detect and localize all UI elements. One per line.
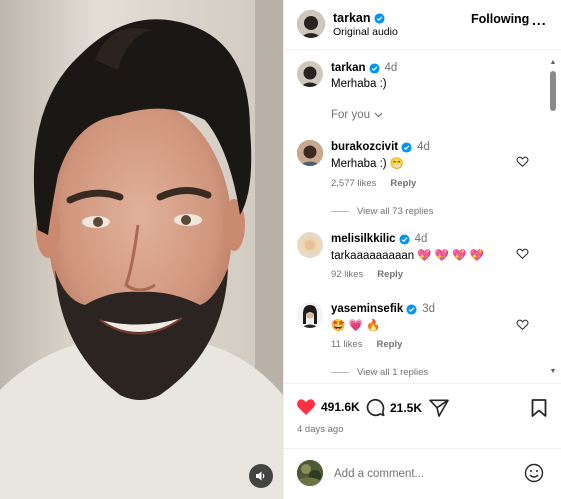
post-dialog: tarkan Original audio Following ... tark… (0, 0, 561, 499)
author-username[interactable]: tarkan (333, 11, 385, 25)
caption-age: 4d (384, 62, 398, 74)
comments-list[interactable]: tarkan 4d Merhaba :) For you burakozcivi… (284, 51, 561, 382)
post-timestamp: 4 days ago (297, 424, 344, 435)
speaker-icon (256, 471, 265, 481)
heart-filled-icon (296, 399, 316, 415)
replies-divider (331, 211, 349, 212)
share-icon (429, 399, 449, 417)
verified-icon (368, 62, 380, 74)
scroll-thumb[interactable] (550, 71, 556, 111)
commenter-username[interactable]: melisilkkilic 4d (331, 233, 427, 245)
verified-icon (373, 12, 385, 24)
commenter-username[interactable]: yaseminsefik 3d (331, 303, 435, 315)
video-frame (0, 0, 283, 499)
audio-link[interactable]: Original audio (333, 26, 398, 38)
comments-scrollbar[interactable]: ▲ ▼ (548, 57, 558, 377)
bookmark-icon (531, 399, 547, 417)
sort-dropdown[interactable]: For you (331, 109, 383, 121)
comment-meta: 92 likes Reply (331, 269, 403, 280)
add-comment-bar (284, 448, 561, 499)
replies-divider (331, 372, 349, 373)
scroll-up-arrow[interactable]: ▲ (548, 59, 558, 67)
save-button[interactable] (531, 399, 547, 422)
mute-toggle-button[interactable] (249, 464, 273, 488)
comment-likes[interactable]: 11 likes (331, 339, 363, 350)
comment-count: 21.5K (390, 400, 423, 415)
commenter-username[interactable]: burakozcivit 4d (331, 141, 430, 153)
post-header: tarkan Original audio Following ... (284, 0, 561, 50)
caption-username[interactable]: tarkan 4d (331, 62, 397, 74)
verified-icon (401, 141, 412, 153)
comment-text: 🤩 💗 🔥 (331, 320, 381, 332)
comment-button[interactable]: 21.5K (366, 398, 422, 417)
comment-meta: 2,577 likes Reply (331, 178, 416, 189)
reply-button[interactable]: Reply (377, 269, 403, 280)
video-player[interactable] (0, 0, 283, 499)
verified-icon (406, 303, 417, 315)
share-button[interactable] (429, 399, 449, 422)
like-button[interactable]: 491.6K (296, 398, 360, 416)
caption-text: Merhaba :) (331, 78, 387, 90)
like-count[interactable]: 491.6K (321, 400, 360, 414)
author-username-text[interactable]: tarkan (333, 11, 371, 25)
comment-icon (366, 398, 385, 417)
verified-icon (399, 233, 410, 245)
commenter-avatar[interactable] (297, 302, 323, 328)
current-user-avatar (297, 460, 323, 486)
chevron-down-icon (374, 112, 383, 118)
view-replies-button[interactable]: View all 73 replies (331, 206, 433, 217)
caption-avatar[interactable] (297, 61, 323, 87)
commenter-avatar[interactable] (297, 232, 323, 258)
reply-button[interactable]: Reply (390, 178, 416, 189)
comment-input[interactable] (334, 465, 504, 483)
comment-likes[interactable]: 2,577 likes (331, 178, 376, 189)
view-replies-button[interactable]: View all 1 replies (331, 367, 428, 378)
author-avatar[interactable] (297, 10, 325, 38)
post-actions: 491.6K 21.5K 4 days ago (284, 383, 561, 443)
comment-text: Merhaba :) 😁 (331, 158, 405, 170)
heart-outline-icon[interactable] (516, 318, 529, 331)
more-icon: ... (532, 12, 547, 28)
comment-likes[interactable]: 92 likes (331, 269, 363, 280)
more-options-button[interactable]: ... (532, 12, 547, 28)
scroll-down-arrow[interactable]: ▼ (548, 368, 558, 376)
post-details-panel: tarkan Original audio Following ... tark… (283, 0, 561, 499)
commenter-avatar[interactable] (297, 140, 323, 166)
reply-button[interactable]: Reply (377, 339, 403, 350)
heart-outline-icon[interactable] (516, 155, 529, 168)
following-button[interactable]: Following (471, 12, 529, 26)
comment-meta: 11 likes Reply (331, 339, 402, 350)
heart-outline-icon[interactable] (516, 247, 529, 260)
comment-text: tarkaaaaaaaaan 💖 💖 💖 💖 (331, 250, 485, 262)
emoji-icon[interactable] (524, 463, 544, 483)
